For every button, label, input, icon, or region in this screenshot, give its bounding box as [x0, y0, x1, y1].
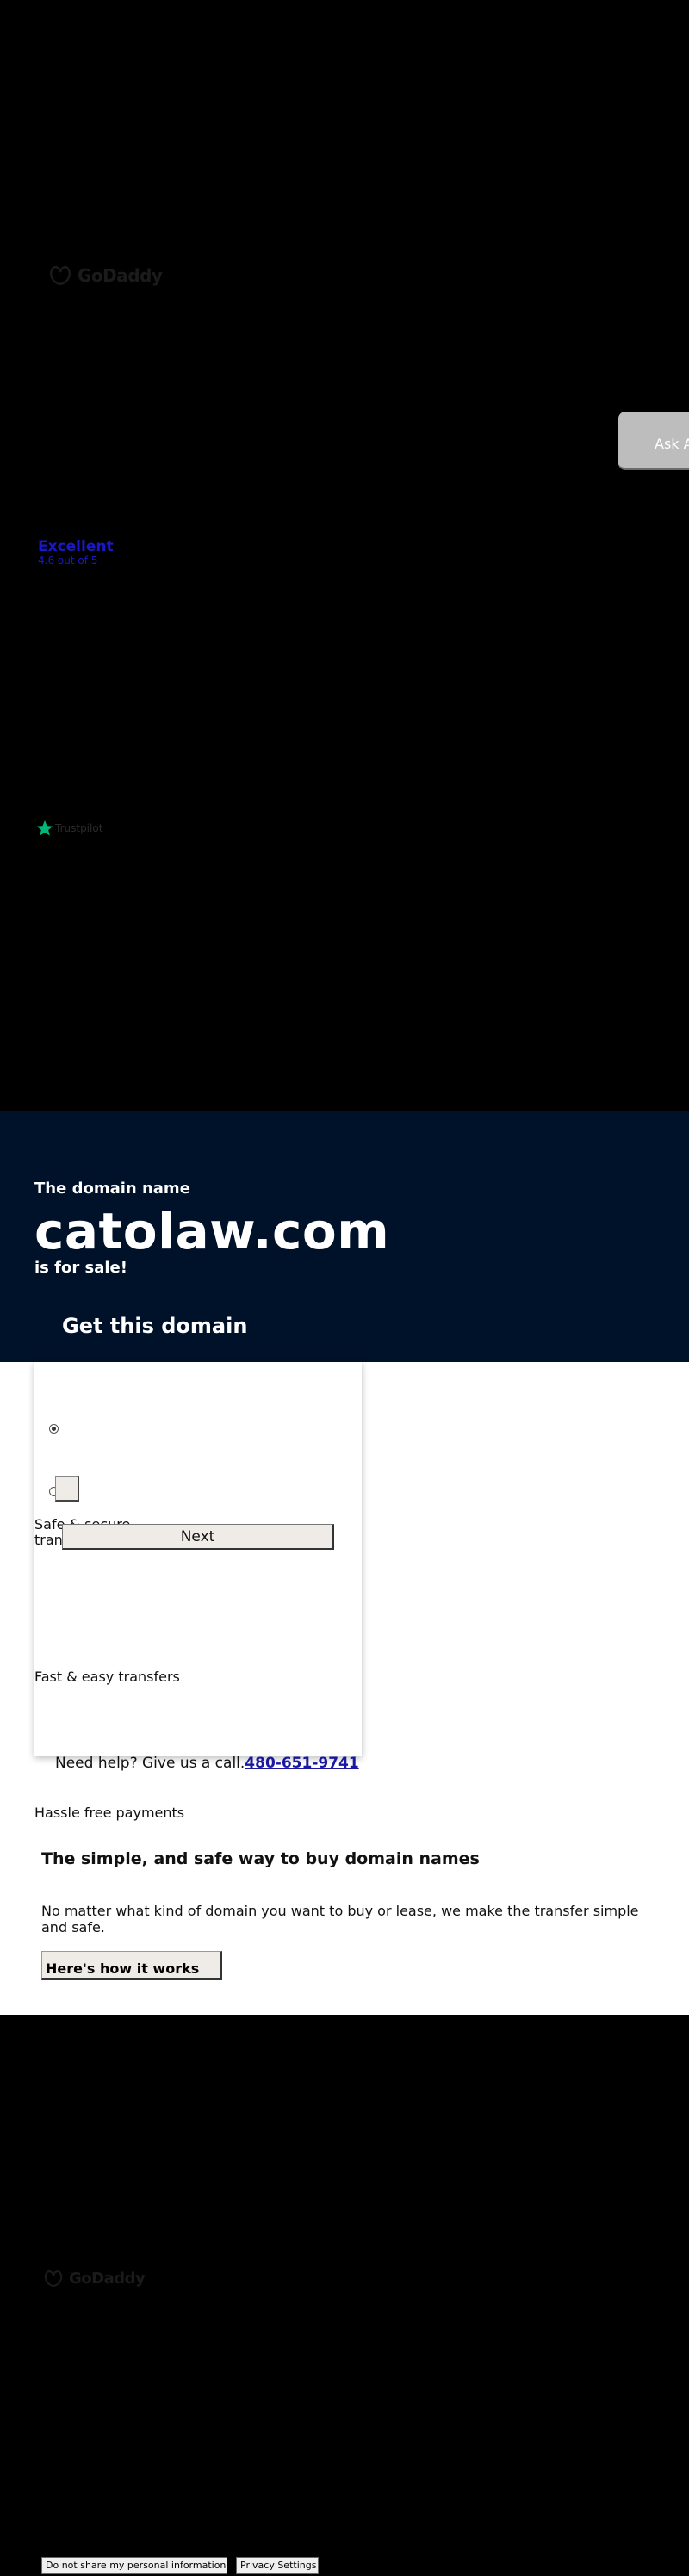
buy-now-radio[interactable] [49, 1424, 59, 1434]
phone-link[interactable]: 480-651-9741 [245, 1755, 358, 1772]
get-domain-title: Get this domain [62, 1314, 248, 1338]
rating-summary[interactable]: Excellent 4.6 out of 5 [38, 539, 114, 567]
domain-name: catolaw.com [34, 1202, 390, 1260]
hero-section: The domain name catolaw.com is for sale!… [0, 1111, 689, 1362]
info-description: No matter what kind of domain you want t… [41, 1903, 639, 1935]
help-line: Need help? Give us a call.480-651-9741 [55, 1755, 359, 1772]
option-button[interactable] [55, 1476, 79, 1502]
rating-score: 4.6 out of 5 [38, 554, 98, 567]
feature-fast: Fast & easy transfers [34, 1669, 180, 1685]
for-sale-text: is for sale! [34, 1259, 127, 1277]
footer-logo-text: GoDaddy [69, 2269, 146, 2288]
trustpilot-logo[interactable]: Trustpilot [36, 820, 102, 837]
trustpilot-text: Trustpilot [55, 822, 103, 834]
next-button[interactable]: Next [62, 1524, 334, 1550]
footer-godaddy-logo-icon [44, 2270, 63, 2288]
privacy-settings-button[interactable]: Privacy Settings [236, 2557, 319, 2574]
ask-button[interactable]: Ask A [618, 412, 689, 470]
feature-hassle: Hassle free payments [34, 1805, 185, 1821]
godaddy-logo-text: GoDaddy [78, 265, 163, 286]
info-title: The simple, and safe way to buy domain n… [41, 1849, 480, 1868]
privacy-opt-out-button[interactable]: Do not share my personal information [41, 2557, 227, 2574]
hero-eyebrow: The domain name [34, 1180, 190, 1198]
rating-label: Excellent [38, 538, 114, 555]
star-icon [36, 820, 53, 836]
purchase-card [34, 1362, 362, 1756]
godaddy-logo-icon [50, 265, 71, 286]
footer-godaddy-logo[interactable]: GoDaddy [43, 2269, 146, 2288]
ask-button-label: Ask A [655, 436, 689, 452]
help-text: Need help? Give us a call. [55, 1755, 245, 1772]
godaddy-logo[interactable]: GoDaddy [48, 265, 163, 286]
how-it-works-button[interactable]: Here's how it works [41, 1951, 222, 1980]
